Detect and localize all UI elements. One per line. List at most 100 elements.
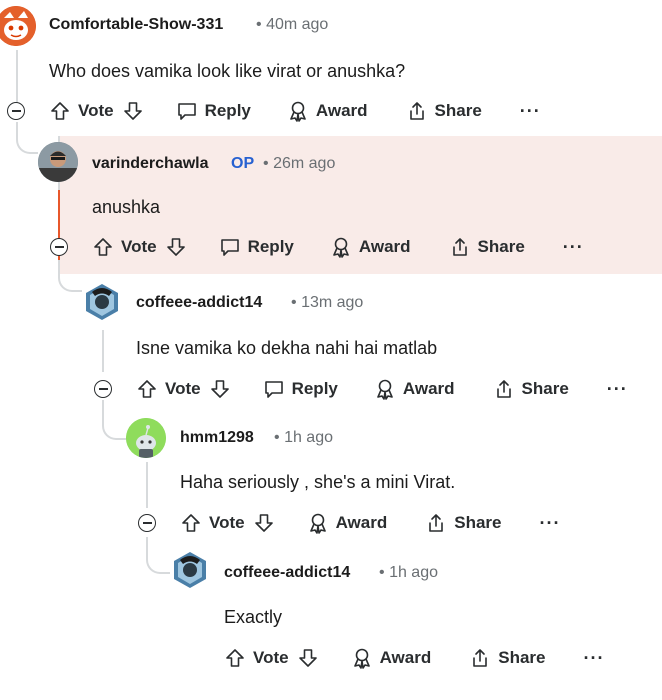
timestamp[interactable]: 26m ago	[273, 155, 335, 172]
upvote-button[interactable]: Vote	[92, 236, 157, 258]
username[interactable]: coffeee-addict14	[224, 564, 350, 582]
vote-label: Vote	[78, 101, 114, 120]
upvote-button[interactable]: Vote	[180, 512, 245, 534]
reply-button[interactable]: Reply	[176, 100, 251, 122]
share-label: Share	[498, 648, 546, 667]
reply-button[interactable]: Reply	[263, 378, 338, 400]
arrow-up-icon	[94, 238, 112, 256]
more-options-button[interactable]: ···	[539, 513, 560, 534]
downvote-button[interactable]	[209, 378, 231, 400]
share-icon	[409, 102, 424, 120]
avatar[interactable]	[0, 6, 36, 46]
arrow-down-icon	[123, 102, 142, 120]
award-label: Award	[402, 379, 455, 398]
comment-actions: Vote Reply Award Share ···	[92, 230, 584, 264]
thread-branch	[58, 260, 82, 292]
comment-text: anushka	[92, 197, 161, 217]
separator: •	[263, 155, 269, 172]
arrow-up-icon	[51, 102, 69, 120]
award-icon	[309, 513, 326, 534]
award-icon	[290, 101, 306, 122]
share-label: Share	[434, 101, 482, 120]
share-label: Share	[454, 513, 502, 532]
arrow-up-icon	[182, 514, 200, 532]
more-options-button[interactable]: ···	[520, 101, 541, 122]
more-options-button[interactable]: ···	[583, 648, 604, 669]
comment-meta: • 1h ago	[379, 564, 438, 582]
avatar[interactable]	[82, 282, 122, 322]
award-label: Award	[358, 237, 411, 256]
share-icon	[473, 649, 488, 667]
share-button[interactable]: Share	[493, 378, 569, 400]
more-options-button[interactable]: ···	[563, 237, 584, 258]
thread-line	[146, 462, 148, 508]
comment-meta: • 13m ago	[291, 294, 363, 312]
share-label: Share	[521, 379, 569, 398]
share-button[interactable]: Share	[406, 100, 482, 122]
username[interactable]: coffeee-addict14	[136, 294, 262, 312]
upvote-button[interactable]: Vote	[224, 647, 289, 669]
avatar[interactable]	[38, 142, 78, 182]
comment-bubble-icon	[264, 381, 283, 398]
collapse-button[interactable]	[94, 380, 112, 398]
comment-meta: • 40m ago	[256, 16, 328, 34]
reply-label: Reply	[204, 101, 251, 120]
downvote-button[interactable]	[253, 512, 275, 534]
thread-branch	[146, 537, 170, 574]
share-icon	[429, 514, 444, 532]
award-button[interactable]: Award	[307, 512, 388, 534]
award-label: Award	[335, 513, 388, 532]
timestamp[interactable]: 40m ago	[266, 16, 328, 33]
avatar[interactable]	[126, 418, 166, 458]
username[interactable]: hmm1298	[180, 429, 254, 447]
collapse-button[interactable]	[138, 514, 156, 532]
comment-actions: Vote Reply Award Share ···	[49, 94, 541, 128]
timestamp[interactable]: 13m ago	[301, 294, 363, 311]
avatar[interactable]	[170, 550, 210, 590]
vote-label: Vote	[209, 513, 245, 532]
comment-text: Haha seriously , she's a mini Virat.	[180, 472, 456, 492]
share-button[interactable]: Share	[449, 236, 525, 258]
arrow-up-icon	[138, 380, 156, 398]
username[interactable]: varinderchawla	[92, 155, 209, 173]
downvote-button[interactable]	[297, 647, 319, 669]
award-button[interactable]: Award	[351, 647, 431, 669]
downvote-button[interactable]	[165, 236, 187, 258]
more-options-button[interactable]: ···	[607, 379, 628, 400]
collapse-button[interactable]	[50, 238, 68, 256]
comment-text: Who does vamika look like virat or anush…	[49, 61, 406, 81]
share-button[interactable]: Share	[425, 512, 501, 534]
downvote-button[interactable]	[122, 100, 144, 122]
vote-label: Vote	[121, 237, 157, 256]
award-button[interactable]: Award	[287, 100, 368, 122]
share-icon	[452, 238, 467, 256]
vote-label: Vote	[253, 648, 289, 667]
award-button[interactable]: Award	[330, 236, 411, 258]
comment-meta: OP • 26m ago	[231, 155, 335, 173]
award-icon	[377, 379, 393, 400]
timestamp[interactable]: 1h ago	[284, 429, 333, 446]
award-button[interactable]: Award	[374, 378, 455, 400]
comment-bubble-icon	[177, 103, 196, 120]
upvote-button[interactable]: Vote	[49, 100, 114, 122]
timestamp[interactable]: 1h ago	[389, 564, 438, 581]
username[interactable]: Comfortable-Show-331	[49, 16, 223, 34]
reply-button[interactable]: Reply	[219, 236, 294, 258]
separator: •	[256, 16, 262, 33]
thread-branch	[102, 400, 126, 440]
share-button[interactable]: Share	[469, 647, 545, 669]
comment-bubble-icon	[220, 239, 239, 256]
vote-label: Vote	[165, 379, 201, 398]
separator: •	[291, 294, 297, 311]
reply-label: Reply	[291, 379, 338, 398]
separator: •	[379, 564, 385, 581]
thread-line	[16, 50, 18, 102]
collapse-button[interactable]	[7, 102, 25, 120]
upvote-button[interactable]: Vote	[136, 378, 201, 400]
arrow-up-icon	[226, 649, 244, 667]
comment-text: Isne vamika ko dekha nahi hai matlab	[136, 338, 438, 358]
share-label: Share	[477, 237, 525, 256]
comment-actions: Vote Award Share ···	[224, 641, 604, 675]
separator: •	[274, 429, 280, 446]
arrow-down-icon	[166, 238, 185, 256]
